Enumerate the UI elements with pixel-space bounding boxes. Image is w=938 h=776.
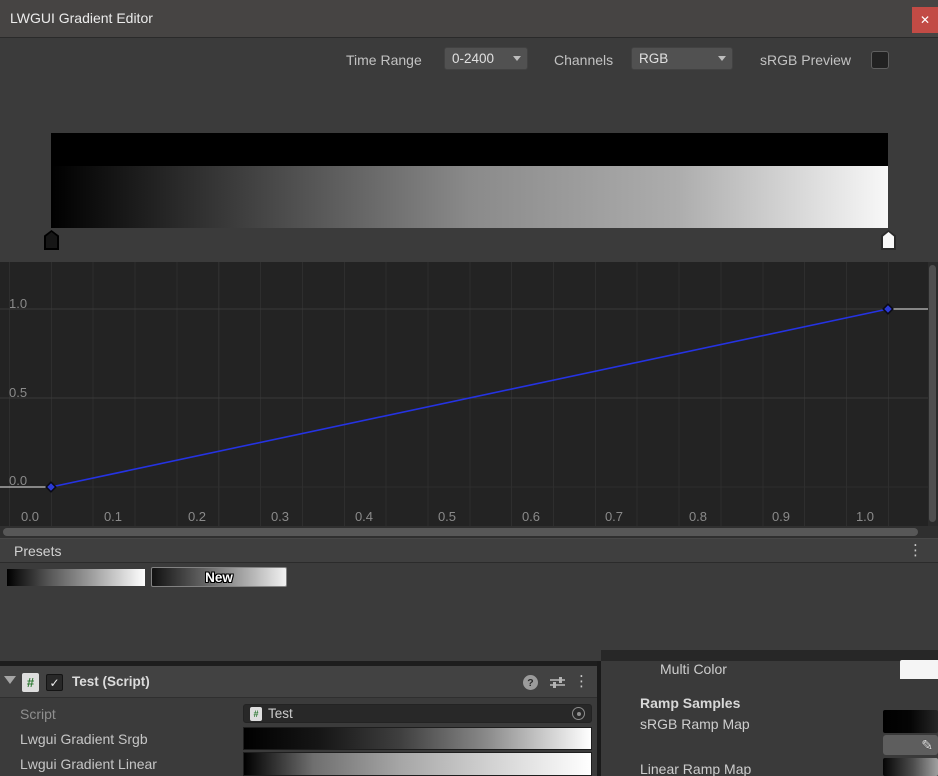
time-range-dropdown[interactable]: 0-2400 bbox=[444, 47, 528, 70]
x-axis-tick: 0.5 bbox=[431, 509, 463, 524]
x-axis-tick: 0.0 bbox=[14, 509, 46, 524]
linear-ramp-thumbnail[interactable] bbox=[883, 758, 938, 776]
edit-ramp-button[interactable]: ✎ bbox=[883, 735, 938, 755]
presets-sliders-icon[interactable] bbox=[549, 676, 566, 689]
help-icon[interactable]: ? bbox=[523, 675, 538, 690]
script-object-value: Test bbox=[268, 706, 572, 721]
csharp-script-icon: # bbox=[22, 673, 39, 692]
presets-header: Presets ⋮ bbox=[0, 538, 938, 563]
gradient-preview-bar[interactable] bbox=[51, 166, 888, 228]
help-glyph: ? bbox=[527, 677, 533, 689]
script-icon-glyph: # bbox=[253, 709, 258, 719]
chevron-down-icon bbox=[513, 56, 521, 61]
window-title: LWGUI Gradient Editor bbox=[10, 10, 153, 26]
csharp-script-icon: # bbox=[250, 707, 262, 721]
presets-menu-icon[interactable]: ⋮ bbox=[908, 539, 923, 563]
x-axis-tick: 0.8 bbox=[682, 509, 714, 524]
component-menu-icon[interactable]: ⋮ bbox=[574, 670, 589, 694]
checkbox-check-glyph: ✓ bbox=[49, 676, 59, 690]
material-panel: Multi Color Ramp Samples sRGB Ramp Map ✎… bbox=[601, 650, 938, 776]
component-header[interactable]: # ✓ Test (Script) ? ⋮ bbox=[0, 666, 597, 698]
horizontal-scrollbar[interactable] bbox=[0, 526, 938, 538]
x-axis-tick: 0.4 bbox=[348, 509, 380, 524]
x-axis-tick: 0.1 bbox=[97, 509, 129, 524]
linear-ramp-map-label: Linear Ramp Map bbox=[640, 761, 751, 776]
y-axis-tick: 0.0 bbox=[9, 473, 37, 488]
gradient-stop-end[interactable] bbox=[881, 230, 896, 250]
x-axis-tick: 1.0 bbox=[849, 509, 881, 524]
vertical-scrollbar[interactable] bbox=[928, 262, 938, 526]
lwgui-gradient-editor-window: LWGUI Gradient Editor ✕ Time Range 0-240… bbox=[0, 0, 938, 776]
gradient-srgb-field[interactable] bbox=[243, 727, 592, 750]
curve-point-end[interactable] bbox=[883, 304, 893, 314]
y-axis-tick: 0.5 bbox=[9, 385, 37, 400]
curve-editor[interactable]: 1.0 0.5 0.0 0.0 0.1 0.2 0.3 0.4 0.5 0.6 … bbox=[0, 262, 938, 538]
close-button[interactable]: ✕ bbox=[912, 7, 938, 33]
horizontal-scrollbar-thumb[interactable] bbox=[3, 528, 918, 536]
curve-point-start[interactable] bbox=[46, 482, 56, 492]
preset-gradient-swatch[interactable] bbox=[7, 569, 145, 586]
channels-dropdown[interactable]: RGB bbox=[631, 47, 733, 70]
channels-value: RGB bbox=[639, 51, 668, 66]
curve-plot bbox=[0, 262, 938, 526]
channels-label: Channels bbox=[554, 51, 613, 69]
multi-color-swatch[interactable] bbox=[900, 660, 938, 679]
foldout-triangle-icon[interactable] bbox=[4, 676, 16, 684]
x-axis-tick: 0.9 bbox=[765, 509, 797, 524]
time-range-value: 0-2400 bbox=[452, 51, 494, 66]
time-range-label: Time Range bbox=[346, 51, 422, 69]
multi-color-label: Multi Color bbox=[660, 661, 727, 677]
new-preset-button[interactable]: New bbox=[151, 567, 287, 587]
pencil-icon: ✎ bbox=[921, 737, 933, 754]
component-enabled-checkbox[interactable]: ✓ bbox=[46, 674, 63, 691]
srgb-preview-label: sRGB Preview bbox=[760, 51, 851, 69]
presets-title: Presets bbox=[14, 539, 61, 563]
title-bar: LWGUI Gradient Editor ✕ bbox=[0, 0, 938, 38]
script-row-label: Script bbox=[20, 706, 56, 722]
gradient-stop-start[interactable] bbox=[44, 230, 59, 250]
gradient-srgb-label: Lwgui Gradient Srgb bbox=[20, 731, 148, 747]
srgb-ramp-map-label: sRGB Ramp Map bbox=[640, 716, 750, 732]
object-picker-icon[interactable] bbox=[572, 707, 585, 720]
x-axis-tick: 0.2 bbox=[181, 509, 213, 524]
gradient-linear-label: Lwgui Gradient Linear bbox=[20, 756, 157, 772]
x-axis-tick: 0.6 bbox=[515, 509, 547, 524]
x-axis-tick: 0.3 bbox=[264, 509, 296, 524]
srgb-preview-checkbox[interactable] bbox=[871, 51, 889, 69]
inspector-panel: # ✓ Test (Script) ? ⋮ Script # Test bbox=[0, 666, 597, 776]
new-preset-label: New bbox=[205, 570, 233, 585]
script-object-field[interactable]: # Test bbox=[243, 704, 592, 723]
chevron-down-icon bbox=[718, 56, 726, 61]
x-axis-tick: 0.7 bbox=[598, 509, 630, 524]
panel-top-strip bbox=[601, 650, 938, 661]
gradient-alpha-bar[interactable] bbox=[51, 133, 888, 166]
y-axis-tick: 1.0 bbox=[9, 296, 37, 311]
ramp-samples-header: Ramp Samples bbox=[640, 695, 740, 711]
close-icon: ✕ bbox=[920, 13, 930, 27]
picker-dot bbox=[577, 712, 581, 716]
srgb-ramp-thumbnail[interactable] bbox=[883, 710, 938, 733]
gradient-linear-field[interactable] bbox=[243, 752, 592, 776]
script-icon-glyph: # bbox=[27, 675, 34, 690]
component-title: Test (Script) bbox=[72, 674, 150, 689]
vertical-scrollbar-thumb[interactable] bbox=[929, 265, 936, 522]
